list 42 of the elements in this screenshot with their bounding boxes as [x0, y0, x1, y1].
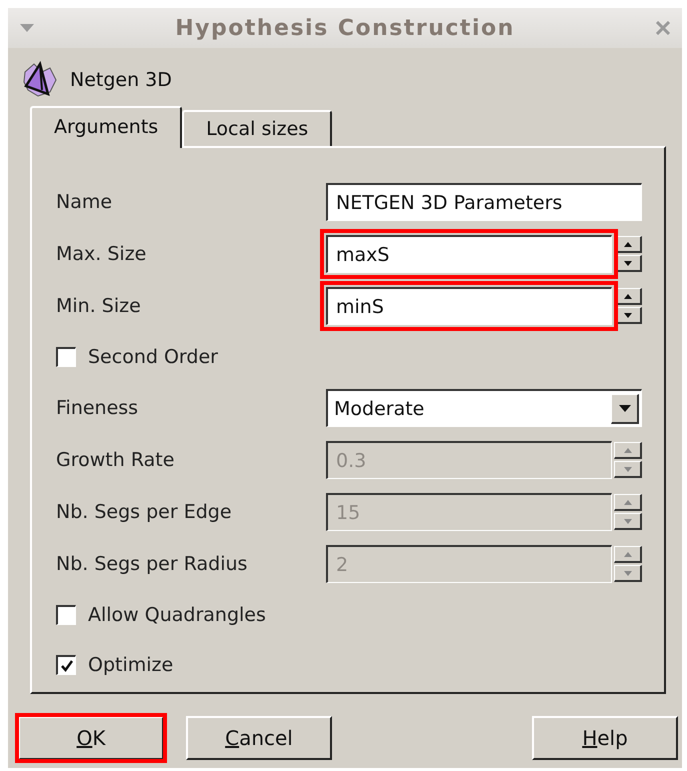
dropdown-arrow-icon: [618, 404, 630, 412]
up-arrow-icon: [624, 500, 632, 504]
dialog-button[interactable]: OK: [18, 716, 164, 760]
down-arrow-icon: [624, 466, 632, 472]
checkbox[interactable]: [56, 347, 76, 367]
dialog-button[interactable]: Cancel: [186, 716, 332, 760]
checkbox-label: Optimize: [88, 654, 174, 676]
tab[interactable]: Arguments: [30, 106, 182, 148]
dialog-button[interactable]: Help: [532, 716, 678, 760]
checkmark-icon: [60, 658, 74, 672]
window-title: Hypothesis Construction: [175, 16, 515, 40]
up-arrow-icon: [624, 552, 632, 556]
text-field[interactable]: NETGEN 3D Parameters: [326, 183, 642, 221]
spin-up-button[interactable]: [614, 494, 642, 511]
checkbox-label: Second Order: [88, 346, 218, 368]
down-arrow-icon: [624, 312, 632, 318]
spin-field[interactable]: maxS: [326, 235, 612, 273]
spin-down-button[interactable]: [614, 461, 642, 478]
spin-down-button[interactable]: [614, 513, 642, 530]
field-label: Fineness: [56, 397, 138, 419]
down-arrow-icon: [624, 570, 632, 576]
field-label: Nb. Segs per Edge: [56, 501, 232, 523]
checkbox[interactable]: [56, 655, 76, 675]
down-arrow-icon: [624, 518, 632, 524]
field-label: Min. Size: [56, 295, 141, 317]
up-arrow-icon: [624, 242, 632, 246]
field-label: Name: [56, 191, 112, 213]
checkbox-label: Allow Quadrangles: [88, 604, 266, 626]
spin-field[interactable]: minS: [326, 287, 612, 325]
up-arrow-icon: [624, 448, 632, 452]
field-label: Nb. Segs per Radius: [56, 553, 248, 575]
field-label: Growth Rate: [56, 449, 174, 471]
algorithm-name: Netgen 3D: [70, 69, 172, 91]
up-arrow-icon: [624, 294, 632, 298]
spin-up-button[interactable]: [614, 546, 642, 563]
down-arrow-icon: [624, 260, 632, 266]
spin-down-button[interactable]: [614, 565, 642, 582]
spin-up-button[interactable]: [614, 442, 642, 459]
dropdown[interactable]: Moderate: [326, 389, 642, 427]
field-label: Max. Size: [56, 243, 146, 265]
tab[interactable]: Local sizes: [182, 110, 332, 146]
checkbox[interactable]: [56, 605, 76, 625]
